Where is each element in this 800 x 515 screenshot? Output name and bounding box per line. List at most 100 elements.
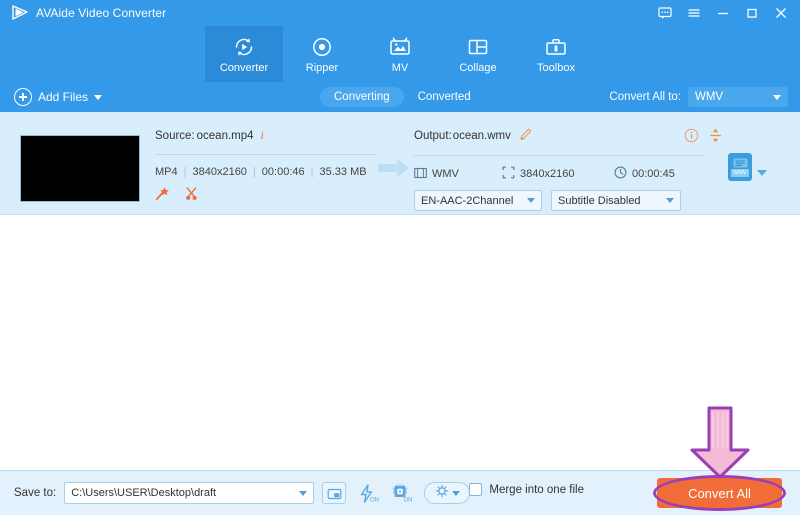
output-format: WMV xyxy=(432,168,459,180)
divider xyxy=(414,155,704,156)
tab-toolbox-label: Toolbox xyxy=(537,61,575,74)
merge-into-one-file-control[interactable]: Merge into one file xyxy=(469,483,584,496)
tab-converter-label: Converter xyxy=(219,61,269,74)
audio-track-select[interactable]: EN-AAC-2Channel xyxy=(414,190,542,211)
tab-converted-label: Converted xyxy=(417,91,471,103)
hardware-accel-bolt-icon[interactable]: ON xyxy=(356,482,380,504)
chevron-down-icon xyxy=(773,94,781,100)
info-italic-i-icon[interactable]: i xyxy=(261,128,264,143)
output-resolution: 3840x2160 xyxy=(520,168,575,180)
tab-ripper-label: Ripper xyxy=(305,61,339,74)
output-meta: WMV 3840x2160 00:00:45 xyxy=(414,166,704,182)
tab-converted[interactable]: Converted xyxy=(404,87,485,107)
convert-all-button-label: Convert All xyxy=(688,485,751,501)
source-duration: 00:00:46 xyxy=(261,166,305,178)
source-title: Source: ocean.mp4 i xyxy=(155,128,380,143)
tab-collage-label: Collage xyxy=(459,61,497,74)
convert-all-to-group: Convert All to: WMV xyxy=(609,87,788,107)
audio-track-value: EN-AAC-2Channel xyxy=(421,194,514,207)
clock-icon xyxy=(614,166,627,182)
chevron-down-icon[interactable] xyxy=(94,94,103,100)
info-circle-icon[interactable] xyxy=(684,128,699,146)
svg-text:ON: ON xyxy=(370,497,379,503)
expand-arrows-icon xyxy=(502,166,515,182)
source-filename: ocean.mp4 xyxy=(196,129,254,142)
tab-ripper[interactable]: Ripper xyxy=(283,26,361,82)
tab-converter[interactable]: Converter xyxy=(205,26,283,82)
source-filesize: 35.33 MB xyxy=(319,166,367,178)
toolbox-icon xyxy=(544,35,568,59)
source-info-block: Source: ocean.mp4 i MP4 | 3840x2160 | 00… xyxy=(155,128,380,206)
maximize-icon[interactable] xyxy=(739,1,765,25)
chevron-down-icon xyxy=(527,198,535,203)
tab-collage[interactable]: Collage xyxy=(439,26,517,82)
output-action-icons xyxy=(684,128,722,146)
window-controls xyxy=(652,0,794,26)
tab-toolbox[interactable]: Toolbox xyxy=(517,26,595,82)
output-format-chunk: WMV xyxy=(414,167,502,182)
meta-divider: | xyxy=(252,166,256,178)
chevron-down-icon[interactable] xyxy=(757,164,767,182)
gpu-chip-icon[interactable]: ON xyxy=(390,482,414,504)
status-segmented-control: Converting Converted xyxy=(320,87,485,107)
output-prefix: Output: xyxy=(414,130,452,142)
app-window: AVAide Video Converter Converter Ripper … xyxy=(0,0,800,515)
disc-icon xyxy=(310,35,334,59)
tab-mv[interactable]: MV xyxy=(361,26,439,82)
collage-grid-icon xyxy=(466,35,490,59)
film-strip-icon xyxy=(414,167,427,182)
chevron-down-icon xyxy=(666,198,674,203)
source-meta: MP4 | 3840x2160 | 00:00:46 | 35.33 MB xyxy=(155,166,380,178)
output-filename: ocean.wmv xyxy=(452,130,511,142)
output-title: Output: ocean.wmv xyxy=(414,128,721,144)
add-files-label: Add Files xyxy=(38,90,89,104)
svg-text:ON: ON xyxy=(404,497,413,503)
scissors-trim-icon[interactable] xyxy=(184,186,199,206)
feedback-icon[interactable] xyxy=(652,1,678,25)
output-format-preset-button[interactable]: WMV xyxy=(728,153,752,181)
output-resolution-chunk: 3840x2160 xyxy=(502,166,614,182)
source-resolution: 3840x2160 xyxy=(192,166,247,178)
output-duration: 00:00:45 xyxy=(632,168,675,180)
pencil-edit-icon[interactable] xyxy=(519,128,532,144)
subtitle-track-select[interactable]: Subtitle Disabled xyxy=(551,190,681,211)
minimize-icon[interactable] xyxy=(710,1,736,25)
settings-gear-button[interactable] xyxy=(424,482,471,504)
output-duration-chunk: 00:00:45 xyxy=(614,166,675,182)
source-prefix: Source: xyxy=(155,129,195,142)
tab-converting[interactable]: Converting xyxy=(320,87,404,107)
convert-all-to-value: WMV xyxy=(695,91,724,103)
settings-gear-icon xyxy=(435,484,449,503)
video-thumbnail[interactable] xyxy=(20,135,140,202)
down-arrow-highlight-annotation xyxy=(686,406,754,485)
merge-checkbox[interactable] xyxy=(469,483,483,496)
main-nav: Converter Ripper MV Collage Toolbox xyxy=(0,26,800,82)
convert-circular-arrows-icon xyxy=(232,35,256,59)
close-icon[interactable] xyxy=(768,1,794,25)
chevron-down-icon[interactable] xyxy=(299,490,308,496)
source-format: MP4 xyxy=(155,166,178,178)
save-to-path-value: C:\Users\USER\Desktop\draft xyxy=(71,487,217,499)
app-logo-icon xyxy=(10,3,30,23)
output-info-block: Output: ocean.wmv WMV 3840x2160 00:00:45… xyxy=(414,128,721,211)
convert-all-to-select[interactable]: WMV xyxy=(688,87,788,107)
save-to-path-input[interactable]: C:\Users\USER\Desktop\draft xyxy=(64,482,315,504)
subtitle-track-value: Subtitle Disabled xyxy=(558,194,641,207)
title-bar: AVAide Video Converter xyxy=(0,0,800,26)
menu-icon[interactable] xyxy=(681,1,707,25)
magic-wand-edit-icon[interactable] xyxy=(155,186,170,206)
merge-checkbox-label: Merge into one file xyxy=(489,483,584,496)
source-tools xyxy=(155,186,380,206)
chevron-down-icon xyxy=(451,490,460,496)
convert-all-to-label: Convert All to: xyxy=(609,91,681,103)
save-to-label: Save to: xyxy=(14,487,57,499)
open-folder-icon[interactable] xyxy=(322,482,347,504)
output-track-selects: EN-AAC-2Channel Subtitle Disabled xyxy=(414,190,704,211)
file-list-empty-area xyxy=(0,215,800,470)
add-files-button[interactable]: Add Files xyxy=(14,88,103,106)
vertical-resize-icon[interactable] xyxy=(709,128,722,146)
divider xyxy=(155,154,377,155)
tab-converting-label: Converting xyxy=(334,91,390,103)
meta-divider: | xyxy=(310,166,314,178)
preset-badge-label: WMV xyxy=(731,168,749,177)
